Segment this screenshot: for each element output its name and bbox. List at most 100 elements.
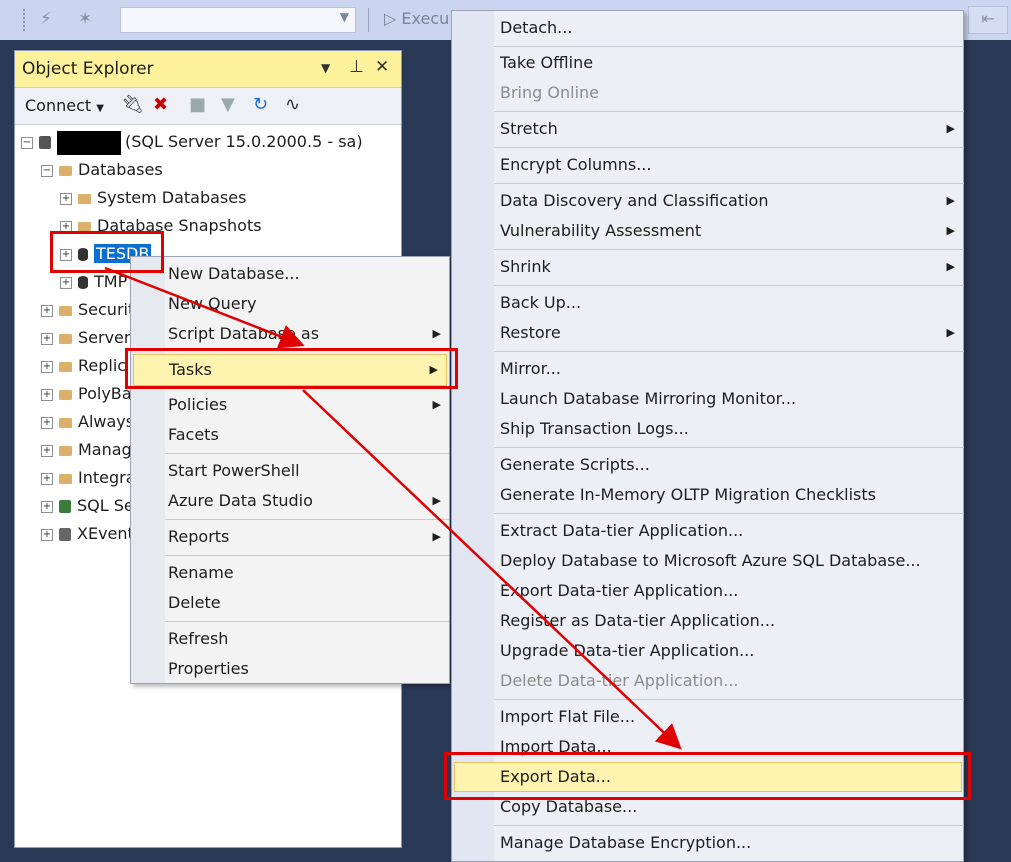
outdent-icon[interactable]: ⇤ xyxy=(968,6,1008,34)
toolbar-separator xyxy=(368,8,369,32)
collapse-icon[interactable]: − xyxy=(41,164,53,177)
expand-icon[interactable]: + xyxy=(41,388,53,401)
tree-database-snapshots[interactable]: + Database Snapshots xyxy=(60,214,262,238)
dropdown-icon[interactable]: ▼ xyxy=(321,61,330,75)
menu-delete[interactable]: Delete xyxy=(168,588,221,618)
expand-icon[interactable]: + xyxy=(60,192,72,205)
expand-icon[interactable]: + xyxy=(60,276,72,289)
toolbar-grip[interactable] xyxy=(22,8,26,32)
menu-back-up[interactable]: Back Up... xyxy=(500,288,581,318)
always-on-label: Always xyxy=(78,412,135,431)
expand-icon[interactable]: + xyxy=(41,360,53,373)
menu-separator xyxy=(494,249,964,250)
menu-bring-online: Bring Online xyxy=(500,83,599,102)
replication-label: Replic xyxy=(78,356,127,375)
disconnect-icon[interactable]: ✶ xyxy=(78,9,92,29)
tree-databases[interactable]: − Databases xyxy=(41,158,163,182)
pin-icon[interactable]: ⊥ xyxy=(349,57,364,77)
expand-icon[interactable]: + xyxy=(41,528,53,541)
menu-separator xyxy=(165,453,449,454)
connect-button[interactable]: Connect ▼ xyxy=(25,96,104,115)
object-explorer-titlebar: Object Explorer ▼ ⊥ ✕ xyxy=(15,51,401,88)
menu-generate-scripts[interactable]: Generate Scripts... xyxy=(500,450,650,480)
tree-management[interactable]: + Manag xyxy=(41,438,132,462)
menu-separator xyxy=(494,825,964,826)
menu-vulnerability[interactable]: Vulnerability Assessment ▶ xyxy=(452,216,963,246)
menu-take-offline[interactable]: Take Offline xyxy=(500,48,593,78)
tree-tmp-db[interactable]: + TMP xyxy=(60,270,127,294)
tree-always-on[interactable]: + Always xyxy=(41,410,134,434)
menu-stretch[interactable]: Stretch ▶ xyxy=(452,114,963,144)
expand-icon[interactable]: + xyxy=(60,248,72,261)
filter-icon[interactable]: ▼ xyxy=(221,94,235,115)
menu-restore[interactable]: Restore ▶ xyxy=(452,318,963,348)
menu-detach[interactable]: Detach... xyxy=(500,13,572,43)
menu-tasks[interactable]: Tasks ▶ xyxy=(133,354,447,386)
menu-mirror[interactable]: Mirror... xyxy=(500,354,561,384)
expand-icon[interactable]: + xyxy=(60,220,72,233)
folder-icon xyxy=(78,221,91,232)
expand-icon[interactable]: + xyxy=(41,500,53,513)
tasks-submenu: Detach... Take Offline Bring Online Stre… xyxy=(451,10,964,862)
menu-copy-database[interactable]: Copy Database... xyxy=(500,792,637,822)
menu-script-database-as[interactable]: Script Database as ▶ xyxy=(131,319,449,349)
menu-import-data[interactable]: Import Data... xyxy=(500,732,612,762)
expand-icon[interactable]: + xyxy=(41,444,53,457)
stop-icon[interactable]: ■ xyxy=(189,94,206,115)
menu-rename[interactable]: Rename xyxy=(168,558,234,588)
database-icon xyxy=(78,276,88,289)
server-icon xyxy=(39,136,51,149)
menu-shrink[interactable]: Shrink ▶ xyxy=(452,252,963,282)
menu-data-discovery[interactable]: Data Discovery and Classification ▶ xyxy=(452,186,963,216)
database-combo[interactable]: ▼ xyxy=(120,7,356,33)
tree-replication[interactable]: + Replic xyxy=(41,354,126,378)
expand-icon[interactable]: + xyxy=(41,472,53,485)
tree-server-objects[interactable]: + Server xyxy=(41,326,130,350)
menu-separator xyxy=(165,621,449,622)
tree-integration[interactable]: + Integra xyxy=(41,466,136,490)
menu-encrypt-columns[interactable]: Encrypt Columns... xyxy=(500,150,651,180)
execute-button[interactable]: ▷ Execu xyxy=(384,9,449,28)
menu-reports[interactable]: Reports ▶ xyxy=(131,522,449,552)
menu-launch-mirroring[interactable]: Launch Database Mirroring Monitor... xyxy=(500,384,796,414)
disconnect-plug-icon[interactable]: ✖ xyxy=(153,94,168,115)
collapse-icon[interactable]: − xyxy=(21,136,33,149)
plug-icon[interactable]: ⚡ xyxy=(40,9,52,29)
polybase-label: PolyBa xyxy=(78,384,132,403)
tree-polybase[interactable]: + PolyBa xyxy=(41,382,132,406)
menu-generate-inmemory[interactable]: Generate In-Memory OLTP Migration Checkl… xyxy=(500,480,876,510)
menu-manage-encryption[interactable]: Manage Database Encryption... xyxy=(500,828,751,858)
menu-new-database[interactable]: New Database... xyxy=(168,259,300,289)
tree-security[interactable]: + Securit xyxy=(41,298,134,322)
management-label: Manag xyxy=(78,440,132,459)
close-icon[interactable]: ✕ xyxy=(375,57,389,77)
menu-azure-data-studio[interactable]: Azure Data Studio ▶ xyxy=(131,486,449,516)
submenu-arrow-icon: ▶ xyxy=(946,122,955,135)
tree-xevent[interactable]: + XEvent xyxy=(41,522,134,546)
activity-monitor-icon[interactable]: ∿ xyxy=(285,94,300,115)
menu-new-query[interactable]: New Query xyxy=(168,289,257,319)
xevent-label: XEvent xyxy=(77,524,134,543)
refresh-icon[interactable]: ↻ xyxy=(253,94,268,115)
tree-server[interactable]: − (SQL Server 15.0.2000.5 - sa) xyxy=(21,130,363,155)
menu-upgrade-dac[interactable]: Upgrade Data-tier Application... xyxy=(500,636,754,666)
menu-import-flat-file[interactable]: Import Flat File... xyxy=(500,702,635,732)
expand-icon[interactable]: + xyxy=(41,332,53,345)
menu-separator xyxy=(165,555,449,556)
menu-deploy-azure[interactable]: Deploy Database to Microsoft Azure SQL D… xyxy=(500,546,921,576)
menu-register-dac[interactable]: Register as Data-tier Application... xyxy=(500,606,775,636)
menu-facets[interactable]: Facets xyxy=(168,420,219,450)
expand-icon[interactable]: + xyxy=(41,304,53,317)
connect-plug-icon[interactable]: 🔌︎ xyxy=(121,94,144,115)
expand-icon[interactable]: + xyxy=(41,416,53,429)
menu-policies[interactable]: Policies ▶ xyxy=(131,390,449,420)
menu-refresh[interactable]: Refresh xyxy=(168,624,228,654)
tree-system-databases[interactable]: + System Databases xyxy=(60,186,246,210)
menu-export-dac[interactable]: Export Data-tier Application... xyxy=(500,576,738,606)
tree-sql-agent[interactable]: + SQL Se xyxy=(41,494,134,518)
menu-start-powershell[interactable]: Start PowerShell xyxy=(168,456,300,486)
menu-export-data[interactable]: Export Data... xyxy=(454,762,962,792)
menu-extract-dac[interactable]: Extract Data-tier Application... xyxy=(500,516,743,546)
menu-ship-logs[interactable]: Ship Transaction Logs... xyxy=(500,414,689,444)
menu-properties[interactable]: Properties xyxy=(168,654,249,684)
